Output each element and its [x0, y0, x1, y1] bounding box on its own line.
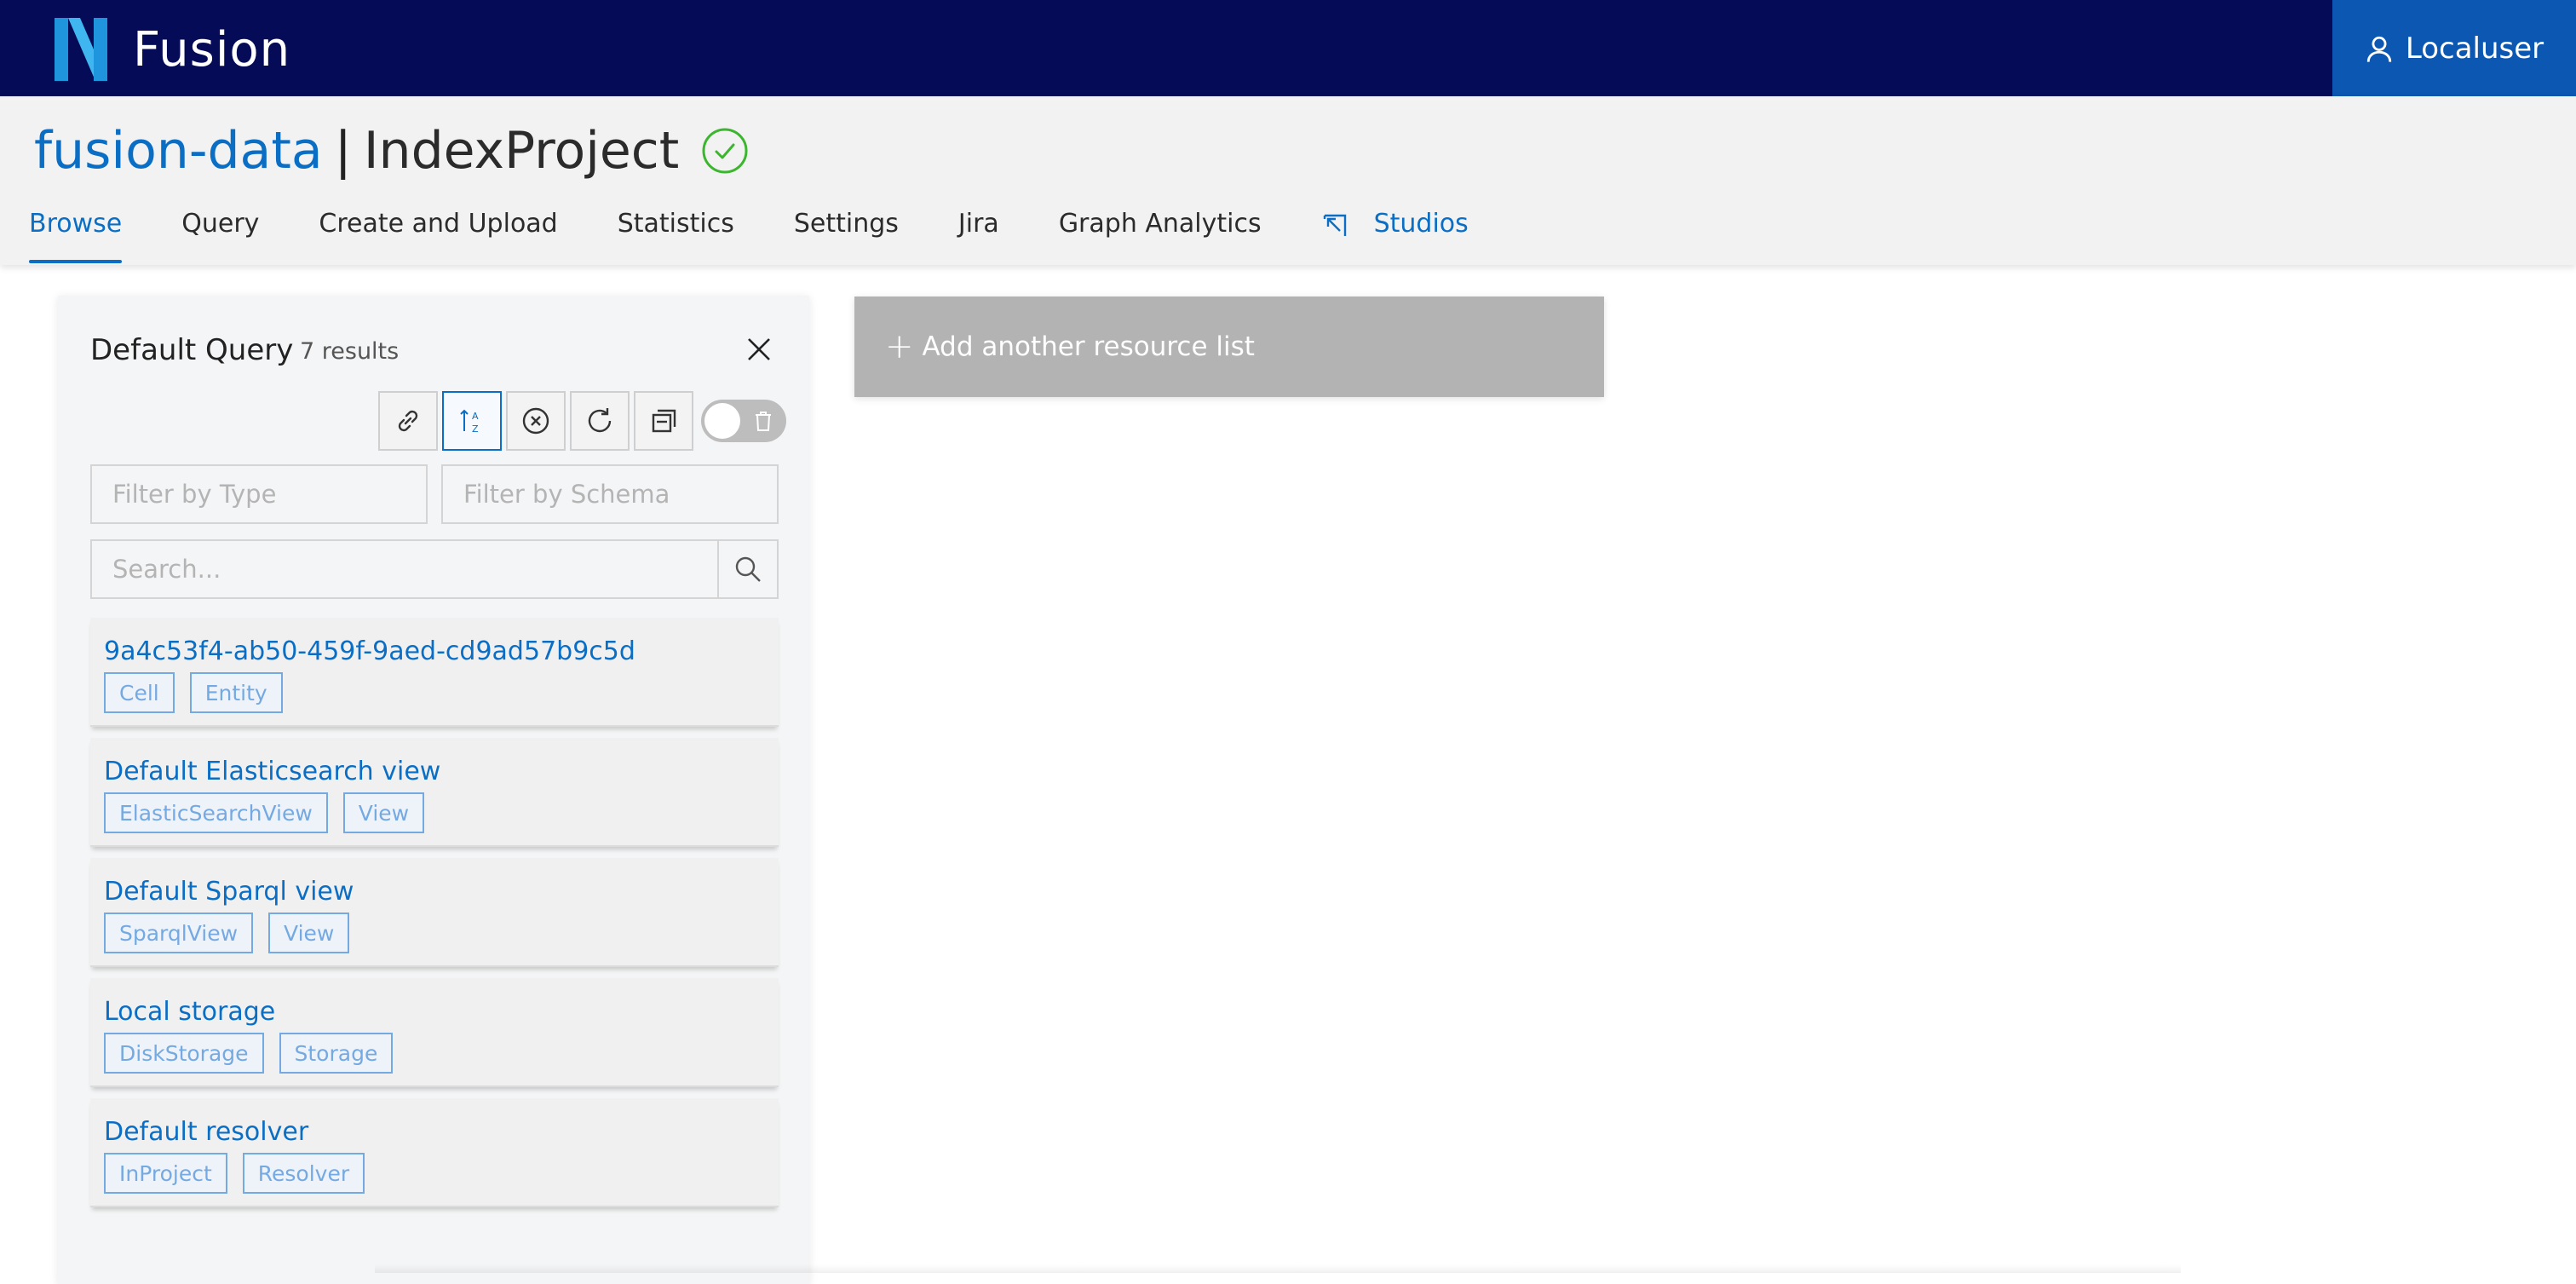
resource-title[interactable]: Local storage: [104, 997, 275, 1027]
close-circle-icon: [522, 407, 549, 435]
tab-browse[interactable]: Browse: [29, 202, 123, 263]
type-tag: View: [342, 792, 425, 833]
clone-list-button[interactable]: [634, 391, 693, 451]
search-bar: Search...: [90, 539, 779, 599]
list-item[interactable]: Local storage DiskStorage Storage: [90, 978, 779, 1087]
brand[interactable]: Fusion: [55, 17, 290, 82]
org-link[interactable]: fusion-data: [34, 121, 323, 181]
clear-filters-button[interactable]: [506, 391, 566, 451]
refresh-button[interactable]: [570, 391, 630, 451]
add-resource-list-button[interactable]: + Add another resource list: [854, 297, 1604, 397]
type-tag: InProject: [104, 1153, 227, 1194]
search-button[interactable]: [717, 539, 779, 599]
result-count: 7 results: [300, 338, 400, 365]
type-tag: Resolver: [242, 1153, 365, 1194]
check-circle-icon: [702, 128, 748, 174]
copy-icon: [652, 409, 676, 433]
type-tag: Entity: [189, 672, 283, 713]
list-item[interactable]: Default resolver InProject Resolver: [90, 1098, 779, 1207]
type-tag: Storage: [279, 1033, 394, 1074]
list-item[interactable]: Default Elasticsearch view ElasticSearch…: [90, 738, 779, 847]
results-list: 9a4c53f4-ab50-459f-9aed-cd9ad57b9c5d Cel…: [90, 618, 779, 1218]
resource-title[interactable]: 9a4c53f4-ab50-459f-9aed-cd9ad57b9c5d: [104, 636, 635, 666]
list-item[interactable]: Default Sparql view SparqlView View: [90, 858, 779, 967]
list-toolbar: A Z: [378, 391, 786, 451]
toggle-knob: [704, 403, 740, 439]
user-icon: [2366, 36, 2392, 62]
tab-settings[interactable]: Settings: [794, 202, 899, 263]
type-tag: DiskStorage: [104, 1033, 264, 1074]
top-bar: Fusion Localuser: [0, 0, 2576, 96]
nexus-logo-icon: [55, 18, 107, 81]
resource-title[interactable]: Default Elasticsearch view: [104, 757, 440, 786]
close-icon[interactable]: [745, 335, 773, 364]
search-input[interactable]: Search...: [90, 539, 717, 599]
filter-by-schema-select[interactable]: Filter by Schema: [441, 464, 779, 524]
plus-icon: +: [885, 327, 914, 366]
svg-text:A: A: [472, 411, 479, 422]
sort-az-icon: A Z: [460, 409, 479, 435]
tab-query[interactable]: Query: [181, 202, 259, 263]
tab-graph-analytics[interactable]: Graph Analytics: [1059, 202, 1262, 263]
list-item[interactable]: 9a4c53f4-ab50-459f-9aed-cd9ad57b9c5d Cel…: [90, 618, 779, 727]
title-separator: |: [334, 121, 352, 181]
bottom-shadow: [375, 1264, 2181, 1273]
type-tags: InProject Resolver: [104, 1153, 380, 1194]
external-link-icon: [1323, 214, 1346, 236]
refresh-icon: [588, 408, 612, 433]
svg-text:Z: Z: [472, 423, 479, 435]
add-resource-list-label: Add another resource list: [922, 331, 1255, 362]
tab-jira[interactable]: Jira: [958, 202, 999, 263]
search-icon: [735, 556, 761, 582]
type-tags: ElasticSearchView View: [104, 792, 440, 833]
type-tag: Cell: [104, 672, 175, 713]
resource-title[interactable]: Default Sparql view: [104, 877, 354, 907]
app-name: Fusion: [133, 21, 291, 78]
sort-button[interactable]: A Z: [442, 391, 502, 451]
copy-link-button[interactable]: [378, 391, 438, 451]
project-header: fusion-data | IndexProject Browse Query …: [0, 96, 2576, 265]
resource-title[interactable]: Default resolver: [104, 1117, 308, 1147]
project-name: IndexProject: [363, 121, 680, 181]
page-title: fusion-data | IndexProject: [34, 108, 749, 193]
tab-studios-label: Studios: [1373, 209, 1469, 239]
type-tags: DiskStorage Storage: [104, 1033, 408, 1074]
deprecated-toggle[interactable]: [701, 400, 786, 442]
resource-list-panel: Default Query 7 results A Z Filter by Ty…: [58, 296, 809, 1284]
type-tags: SparqlView View: [104, 913, 365, 953]
link-icon: [398, 410, 418, 432]
trash-icon: [756, 412, 771, 431]
user-name: Localuser: [2405, 31, 2544, 66]
type-tag: View: [268, 913, 350, 953]
filter-by-type-select[interactable]: Filter by Type: [90, 464, 428, 524]
tab-studios[interactable]: Studios: [1321, 202, 1469, 263]
type-tag: ElasticSearchView: [104, 792, 328, 833]
resource-list-title[interactable]: Default Query: [90, 333, 293, 367]
project-nav: Browse Query Create and Upload Statistic…: [29, 202, 1528, 263]
tab-statistics[interactable]: Statistics: [618, 202, 734, 263]
type-tag: SparqlView: [104, 913, 254, 953]
type-tags: Cell Entity: [104, 672, 298, 713]
user-menu-button[interactable]: Localuser: [2332, 0, 2576, 96]
tab-create-upload[interactable]: Create and Upload: [319, 202, 557, 263]
